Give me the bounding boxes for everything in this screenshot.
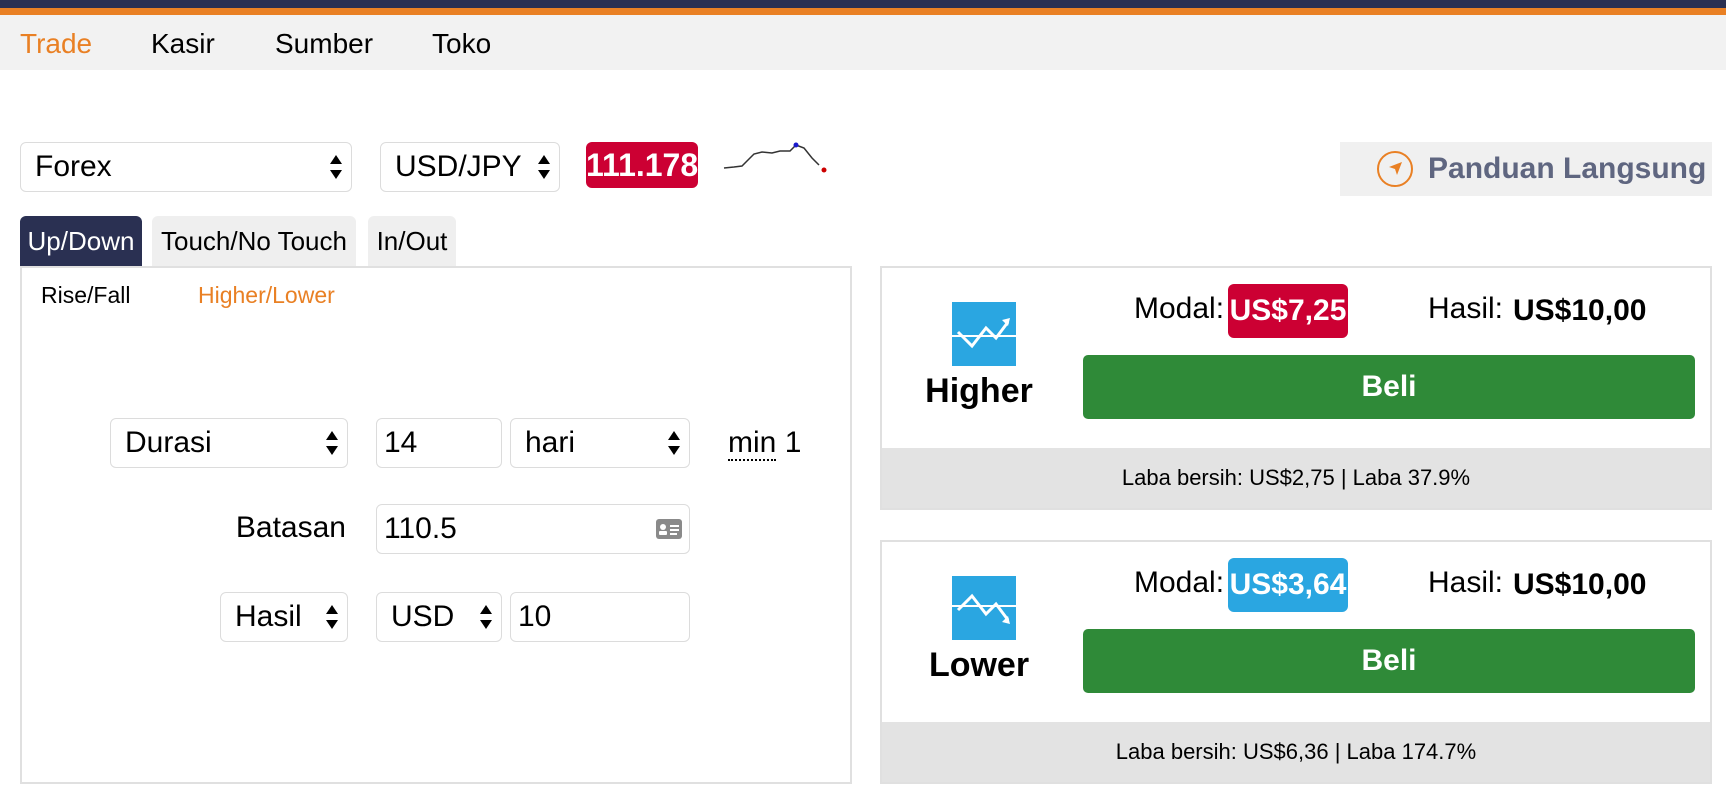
- nav-item-kasir[interactable]: Kasir: [151, 28, 215, 60]
- contract-higher: Higher Modal: US$7,25 Hasil: US$10,00 Be…: [880, 266, 1712, 510]
- payout-type-select[interactable]: Hasil: [220, 592, 348, 642]
- tab-in-out[interactable]: In/Out: [368, 216, 456, 266]
- tab-up-down[interactable]: Up/Down: [20, 216, 142, 266]
- trend-up-icon: [952, 302, 1016, 366]
- contract-lower: Lower Modal: US$3,64 Hasil: US$10,00 Bel…: [880, 540, 1712, 784]
- duration-value: 14: [384, 426, 418, 459]
- barrier-value: 110.5: [384, 512, 457, 545]
- symbol-value: USD/JPY: [395, 150, 522, 183]
- subtab-rise-fall[interactable]: Rise/Fall: [41, 282, 130, 309]
- duration-value-input[interactable]: 14: [376, 418, 502, 468]
- top-accent-bar: [0, 8, 1726, 15]
- stake-badge: US$7,25: [1228, 284, 1348, 338]
- nav-item-sumber[interactable]: Sumber: [275, 28, 373, 60]
- duration-unit-value: hari: [525, 426, 576, 459]
- live-guide-button[interactable]: Panduan Langsung: [1340, 142, 1712, 196]
- net-profit-text: Laba bersih: US$6,36 | Laba 174.7%: [882, 722, 1710, 782]
- duration-type-select[interactable]: Durasi: [110, 418, 348, 468]
- net-profit-text: Laba bersih: US$2,75 | Laba 37.9%: [882, 448, 1710, 508]
- currency-select[interactable]: USD: [376, 592, 502, 642]
- top-brand-bar: [0, 0, 1726, 8]
- compass-icon: [1377, 151, 1413, 187]
- barrier-label: Batasan: [235, 511, 346, 544]
- select-arrows-icon: [326, 605, 338, 629]
- min-value: 1: [784, 426, 802, 459]
- nav-item-trade[interactable]: Trade: [20, 28, 92, 60]
- nav-item-toko[interactable]: Toko: [432, 28, 491, 60]
- symbol-select[interactable]: USD/JPY: [380, 142, 560, 192]
- payout-value: US$10,00: [1513, 294, 1647, 327]
- duration-minimum: min 1: [728, 426, 802, 461]
- currency-value: USD: [391, 600, 455, 633]
- id-card-icon: [656, 519, 682, 539]
- tab-touch-no-touch[interactable]: Touch/No Touch: [152, 216, 356, 266]
- select-arrows-icon: [330, 155, 342, 179]
- contract-title: Lower: [928, 646, 1030, 684]
- select-arrows-icon: [538, 155, 550, 179]
- select-arrows-icon: [668, 431, 680, 455]
- select-arrows-icon: [326, 431, 338, 455]
- subtab-higher-lower[interactable]: Higher/Lower: [198, 282, 335, 309]
- payout-label: Hasil:: [1428, 292, 1504, 325]
- payout-label: Hasil:: [1428, 566, 1504, 599]
- min-abbr: min: [728, 426, 777, 461]
- trade-form-panel: Rise/Fall Higher/Lower Durasi 14 hari mi…: [20, 266, 852, 784]
- stake-label: Modal:: [1134, 566, 1225, 599]
- market-category-select[interactable]: Forex: [20, 142, 352, 192]
- spot-price-badge: 111.178: [586, 142, 698, 188]
- live-guide-label: Panduan Langsung: [1428, 152, 1707, 185]
- buy-higher-button[interactable]: Beli: [1083, 355, 1695, 419]
- payout-type-value: Hasil: [235, 600, 302, 633]
- market-category-value: Forex: [35, 150, 112, 183]
- stake-badge: US$3,64: [1228, 558, 1348, 612]
- stake-label: Modal:: [1134, 292, 1225, 325]
- trend-down-icon: [952, 576, 1016, 640]
- payout-value: US$10,00: [1513, 568, 1647, 601]
- duration-unit-select[interactable]: hari: [510, 418, 690, 468]
- main-nav: Trade Kasir Sumber Toko: [0, 15, 1726, 70]
- amount-input[interactable]: 10: [510, 592, 690, 642]
- amount-value: 10: [518, 600, 552, 633]
- barrier-input[interactable]: 110.5: [376, 504, 690, 554]
- contract-title: Higher: [925, 372, 1033, 410]
- buy-lower-button[interactable]: Beli: [1083, 629, 1695, 693]
- price-sparkline: [723, 142, 827, 173]
- duration-type-value: Durasi: [125, 426, 212, 459]
- select-arrows-icon: [480, 605, 492, 629]
